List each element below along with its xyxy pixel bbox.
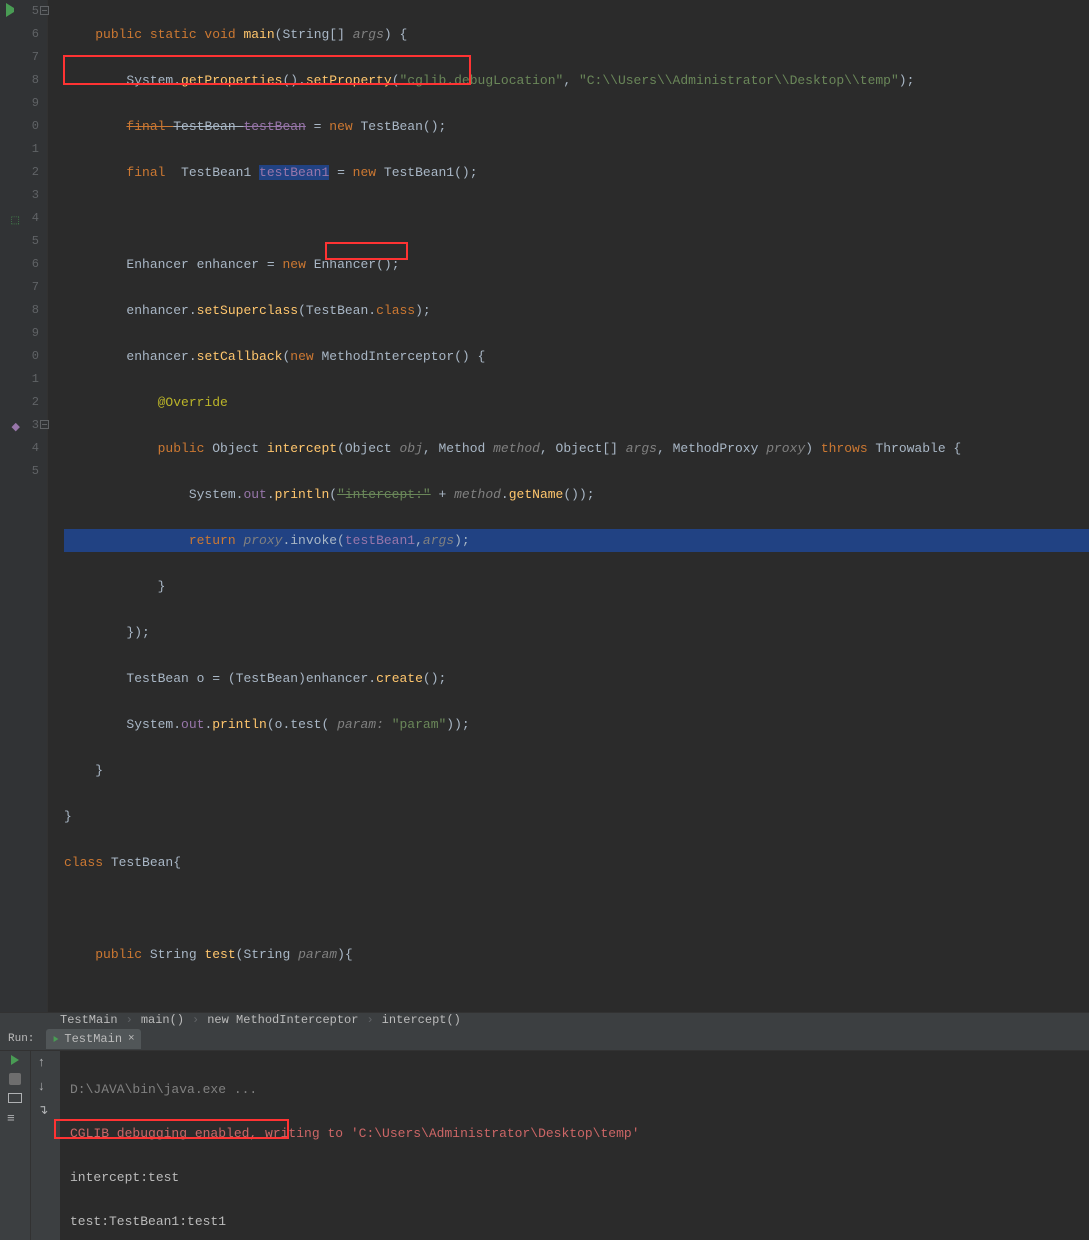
breadcrumb[interactable]: TestMain› main()› new MethodInterceptor›…	[0, 1012, 1089, 1027]
wrap-icon[interactable]: ↴	[38, 1103, 54, 1119]
console-output[interactable]: D:\JAVA\bin\java.exe ... CGLIB debugging…	[60, 1051, 1089, 1240]
chevron-right-icon: ›	[188, 1013, 203, 1027]
class-icon[interactable]: ◆	[6, 417, 20, 431]
run-tab[interactable]: TestMain ×	[46, 1029, 140, 1049]
gutter: 5 6 7 8 9 0 1 2 3 ⬚4 5 6 7 8 9 0 1 2 ◆3 …	[0, 0, 48, 1012]
run-tab-label: TestMain	[64, 1032, 122, 1046]
rerun-icon[interactable]	[11, 1055, 19, 1065]
up-icon[interactable]: ↑	[38, 1055, 54, 1071]
close-icon[interactable]: ×	[128, 1033, 135, 1045]
run-sidebar: ≡	[0, 1051, 30, 1240]
collapse-icon[interactable]: ≡	[7, 1111, 23, 1127]
code-area[interactable]: public static void main(String[] args) {…	[48, 0, 1089, 1012]
breadcrumb-item[interactable]: intercept()	[378, 1013, 465, 1027]
run-icon	[54, 1036, 59, 1042]
console-line: CGLIB debugging enabled, writing to 'C:\…	[70, 1123, 1079, 1145]
layout-icon[interactable]	[8, 1093, 22, 1103]
chevron-right-icon: ›	[362, 1013, 377, 1027]
stop-icon[interactable]	[9, 1073, 21, 1085]
override-icon[interactable]: ⬚	[6, 210, 20, 224]
console-line: intercept:test	[70, 1167, 1079, 1189]
breadcrumb-item[interactable]: TestMain	[56, 1013, 122, 1027]
run-sidebar-2: ↑ ↓ ↴	[30, 1051, 60, 1240]
code-editor[interactable]: 5 6 7 8 9 0 1 2 3 ⬚4 5 6 7 8 9 0 1 2 ◆3 …	[0, 0, 1089, 1012]
run-label: Run:	[2, 1033, 40, 1045]
caret-line: return proxy.invoke(testBean1,args);	[64, 529, 1089, 552]
run-panel: Run: TestMain × ≡ ↑ ↓ ↴ D:\JAVA\bin\java…	[0, 1027, 1089, 1240]
breadcrumb-item[interactable]: main()	[137, 1013, 188, 1027]
chevron-right-icon: ›	[122, 1013, 137, 1027]
run-gutter-icon[interactable]	[6, 3, 20, 17]
console-line: test:TestBean1:test1	[70, 1211, 1079, 1233]
down-icon[interactable]: ↓	[38, 1079, 54, 1095]
breadcrumb-item[interactable]: new MethodInterceptor	[203, 1013, 362, 1027]
console-line: D:\JAVA\bin\java.exe ...	[70, 1079, 1079, 1101]
selected-var: testBean1	[259, 165, 329, 180]
